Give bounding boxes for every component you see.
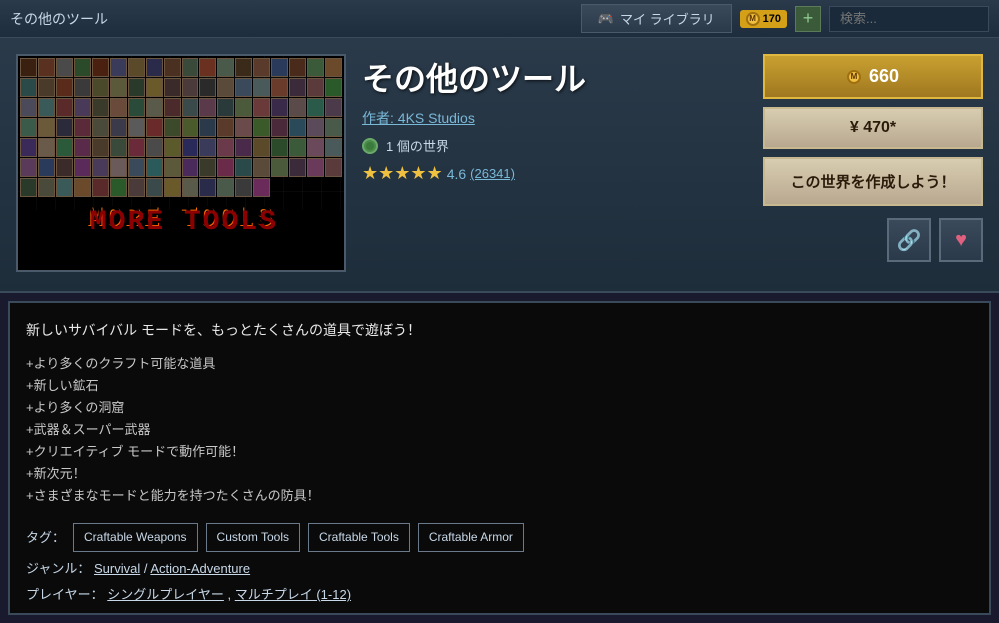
tags-section: タグ： Craftable Weapons Custom Tools Craft…: [26, 523, 973, 551]
top-bar: その他のツール 🎮 マイ ライブラリ M 170 +: [0, 0, 999, 38]
top-bar-title: その他のツール: [10, 9, 573, 29]
star-rating: ★★★★★ 4.6 (26341): [362, 163, 747, 184]
create-world-button[interactable]: この世界を作成しよう！: [763, 157, 983, 206]
wishlist-heart-icon: ♥: [955, 229, 967, 252]
product-title: その他のツール: [362, 54, 747, 100]
action-icons: 🔗 ♥: [763, 218, 983, 262]
genre-action-adventure[interactable]: Action-Adventure: [150, 561, 250, 576]
single-player-link[interactable]: シングルプレイヤー: [107, 587, 224, 602]
feature-item: +新次元！: [26, 463, 973, 485]
player-section: プレイヤー： シングルプレイヤー , マルチプレイ (1-12): [26, 584, 973, 606]
product-image: MORE TOOLS: [16, 54, 346, 272]
tag-custom-tools[interactable]: Custom Tools: [206, 523, 300, 551]
genre-label: ジャンル：: [26, 561, 90, 576]
price-coin-icon: M: [847, 70, 861, 84]
players-label: プレイヤー：: [26, 587, 104, 602]
tool-items-grid: [20, 58, 342, 197]
share-icon: 🔗: [897, 228, 922, 253]
tag-craftable-armor[interactable]: Craftable Armor: [418, 523, 524, 551]
main-content: MORE TOOLS その他のツール 作者: 4KS Studios 1 個の世…: [0, 38, 999, 623]
rating-value: 4.6: [447, 166, 466, 182]
product-meta: 1 個の世界: [362, 136, 747, 155]
feature-item: +クリエイティブ モードで動作可能！: [26, 441, 973, 463]
player-separator: ,: [228, 587, 235, 602]
multi-player-link[interactable]: マルチプレイ (1-12): [235, 587, 351, 602]
share-button[interactable]: 🔗: [887, 218, 931, 262]
stars: ★★★★★: [362, 163, 443, 184]
tag-craftable-weapons[interactable]: Craftable Weapons: [73, 523, 198, 551]
wishlist-button[interactable]: ♥: [939, 218, 983, 262]
description-area: 新しいサバイバル モードを、もっとたくさんの道具で遊ぼう！ +より多くのクラフト…: [8, 301, 991, 615]
coin-badge: M 170: [740, 10, 787, 28]
genre-section: ジャンル： Survival / Action-Adventure: [26, 558, 973, 580]
library-label: マイ ライブラリ: [620, 9, 715, 28]
yen-price-button[interactable]: ¥ 470*: [763, 107, 983, 149]
world-count: 1 個の世界: [386, 136, 449, 155]
search-input[interactable]: [829, 6, 989, 32]
library-book-icon: 🎮: [598, 11, 614, 27]
rating-count[interactable]: (26341): [470, 166, 515, 181]
add-button[interactable]: +: [795, 6, 821, 32]
coin-price-button[interactable]: M 660: [763, 54, 983, 99]
tags-label: タグ：: [26, 527, 65, 549]
tag-craftable-tools[interactable]: Craftable Tools: [308, 523, 410, 551]
desc-features: +より多くのクラフト可能な道具+新しい鉱石+より多くの洞窟+武器＆スーパー武器+…: [26, 353, 973, 508]
genre-survival[interactable]: Survival: [94, 561, 140, 576]
feature-item: +より多くのクラフト可能な道具: [26, 353, 973, 375]
price-panel: M 660 ¥ 470* この世界を作成しよう！ 🔗 ♥: [763, 54, 983, 275]
product-info: その他のツール 作者: 4KS Studios 1 個の世界 ★★★★★ 4.6…: [362, 54, 747, 275]
library-button[interactable]: 🎮 マイ ライブラリ: [581, 4, 732, 33]
coin-price-label: 660: [869, 66, 899, 87]
desc-headline: 新しいサバイバル モードを、もっとたくさんの道具で遊ぼう！: [26, 319, 973, 343]
product-image-text: MORE TOOLS: [18, 204, 344, 235]
feature-item: +より多くの洞窟: [26, 397, 973, 419]
coin-amount: 170: [763, 13, 781, 25]
product-author[interactable]: 作者: 4KS Studios: [362, 108, 747, 128]
feature-item: +新しい鉱石: [26, 375, 973, 397]
feature-item: +武器＆スーパー武器: [26, 419, 973, 441]
feature-item: +さまざまなモードと能力を持つたくさんの防具！: [26, 485, 973, 507]
product-header: MORE TOOLS その他のツール 作者: 4KS Studios 1 個の世…: [0, 38, 999, 293]
coin-icon: M: [746, 12, 760, 26]
world-icon: [362, 138, 378, 154]
